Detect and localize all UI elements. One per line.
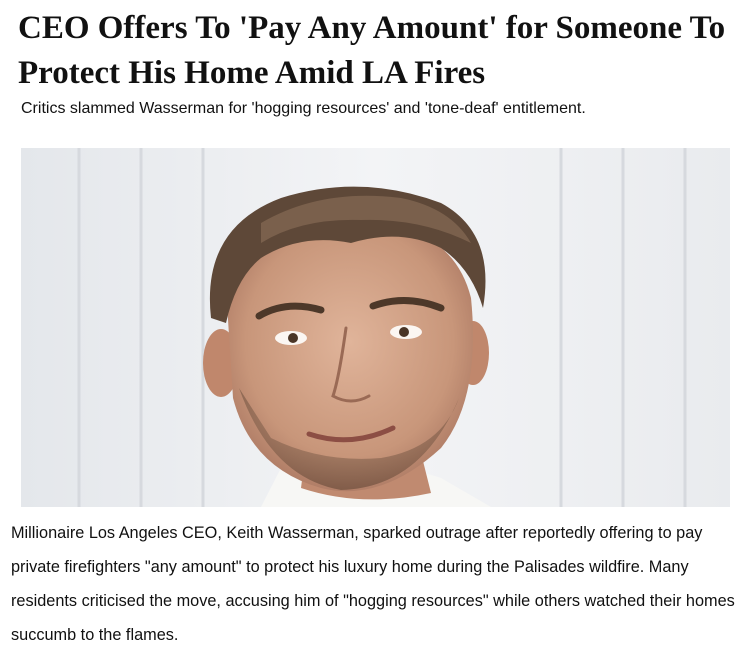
article-subheadline: Critics slammed Wasserman for 'hogging r… bbox=[21, 100, 586, 117]
portrait-image bbox=[21, 148, 730, 507]
article-photo bbox=[21, 148, 730, 507]
article: CEO Offers To 'Pay Any Amount' for Someo… bbox=[0, 0, 745, 655]
article-body: Millionaire Los Angeles CEO, Keith Wasse… bbox=[11, 524, 735, 644]
article-headline: CEO Offers To 'Pay Any Amount' for Someo… bbox=[18, 10, 726, 91]
